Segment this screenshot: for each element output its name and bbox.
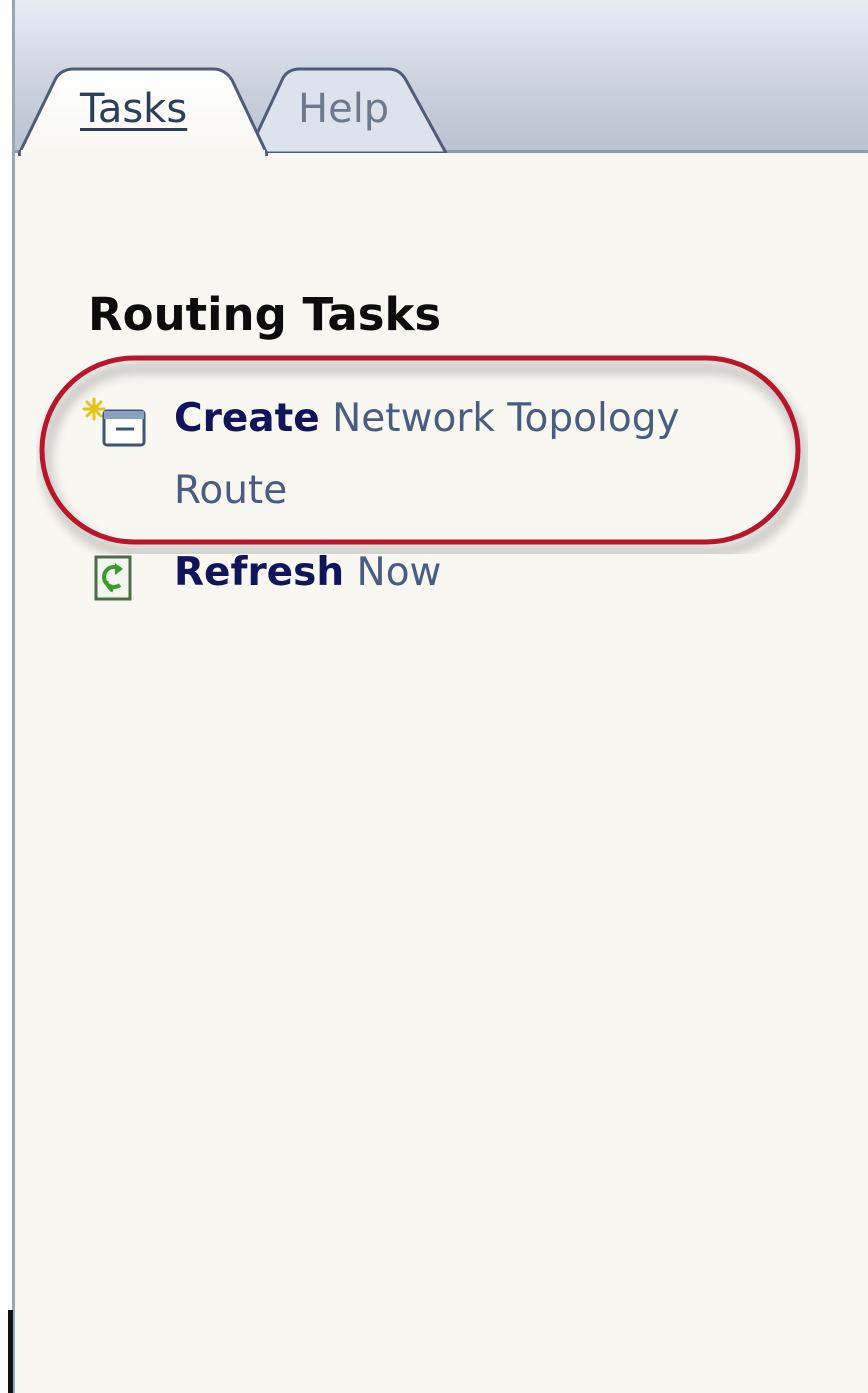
tab-tasks-label: Tasks xyxy=(80,86,188,132)
task-refresh-verb: Refresh xyxy=(174,550,345,595)
task-create-text[interactable]: Create Network Topology Route xyxy=(174,383,734,527)
tab-help[interactable]: Help xyxy=(248,66,448,153)
section-title: Routing Tasks xyxy=(88,288,442,341)
tasks-panel-window: Help Tasks Routing Tasks Create Network … xyxy=(0,0,868,1393)
refresh-icon xyxy=(80,551,150,603)
task-refresh-text[interactable]: Refresh Now xyxy=(174,537,734,609)
task-create-verb: Create xyxy=(174,396,320,441)
panel-left-border-dark xyxy=(8,1310,13,1393)
tab-help-label: Help xyxy=(298,86,390,132)
new-item-icon xyxy=(80,397,150,449)
tab-tasks[interactable]: Tasks xyxy=(18,66,268,156)
task-refresh-rest: Now xyxy=(344,550,442,595)
left-margin xyxy=(0,0,12,1393)
